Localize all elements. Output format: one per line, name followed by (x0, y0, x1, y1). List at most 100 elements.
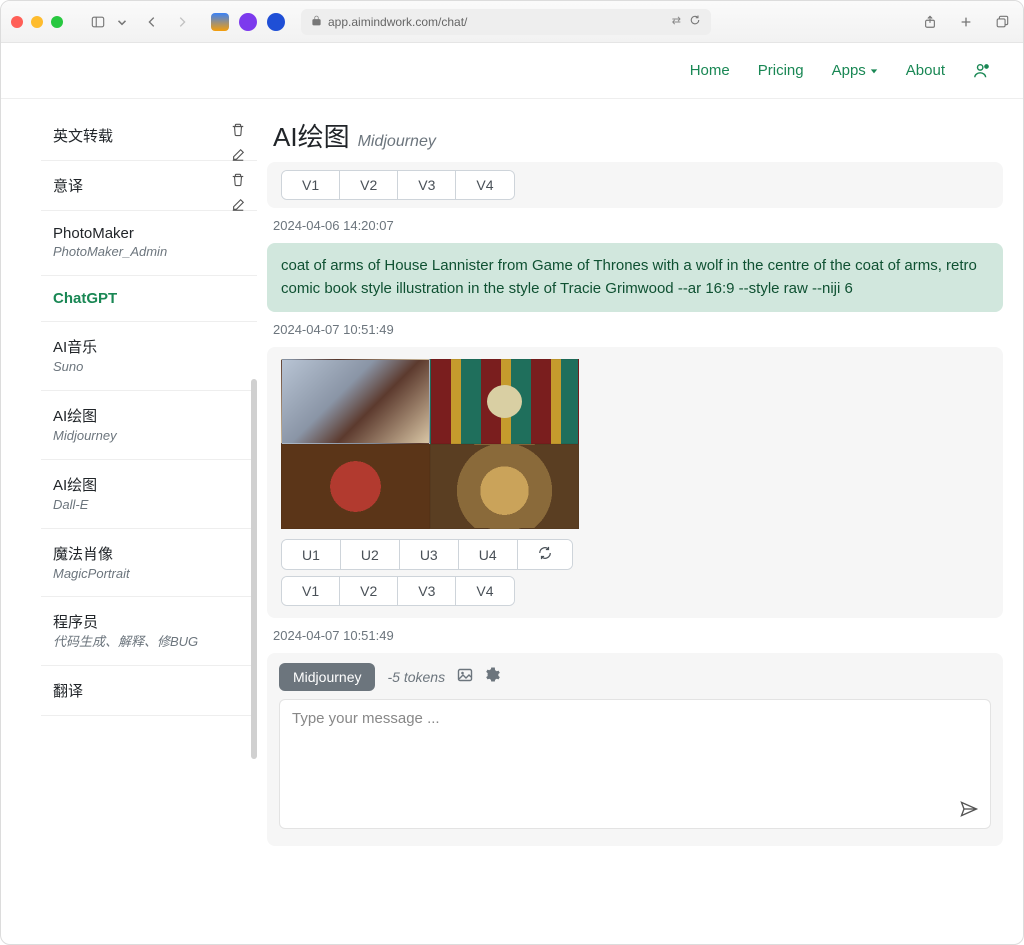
upscale-row: U1 U2 U3 U4 (281, 539, 573, 570)
v4-button[interactable]: V4 (456, 577, 513, 605)
titlebar: app.aimindwork.com/chat/ ⇄ (1, 1, 1023, 43)
sidebar-item-title: AI绘图 (53, 405, 241, 426)
v2-button[interactable]: V2 (340, 577, 398, 605)
window-controls (11, 16, 63, 28)
sidebar-item-title: 魔法肖像 (53, 543, 241, 564)
user-prompt-bubble: coat of arms of House Lannister from Gam… (267, 243, 1003, 312)
trash-icon[interactable] (231, 173, 245, 192)
sidebar-item[interactable]: ChatGPT (41, 276, 257, 322)
minimize-window-button[interactable] (31, 16, 43, 28)
translate-icon[interactable]: ⇄ (672, 14, 681, 29)
sidebar-item-subtitle: PhotoMaker_Admin (53, 244, 241, 261)
sidebar-item-subtitle: MagicPortrait (53, 566, 241, 583)
new-tab-icon[interactable] (955, 11, 977, 33)
v2-button[interactable]: V2 (340, 171, 398, 199)
result-image-2[interactable] (430, 359, 579, 444)
model-pill[interactable]: Midjourney (279, 663, 375, 691)
sidebar-item[interactable]: AI音乐 Suno (41, 322, 257, 391)
v1-button[interactable]: V1 (282, 577, 340, 605)
sidebar-item[interactable]: PhotoMaker PhotoMaker_Admin (41, 211, 257, 276)
sidebar-item[interactable]: 魔法肖像 MagicPortrait (41, 529, 257, 598)
nav-about[interactable]: About (906, 62, 945, 79)
sidebar-item-title: 程序员 (53, 611, 241, 632)
lock-icon (311, 15, 322, 29)
result-image-4[interactable] (430, 444, 579, 529)
sidebar-item[interactable]: AI绘图 Dall-E (41, 460, 257, 529)
sidebar-item[interactable]: 英文转载 (41, 111, 257, 161)
timestamp: 2024-04-07 10:51:49 (267, 322, 1003, 337)
sidebar-item-title: 意译 (53, 175, 241, 196)
tabs-overview-icon[interactable] (991, 11, 1013, 33)
sidebar-item[interactable]: 意译 (41, 161, 257, 211)
variation-row: V1 V2 V3 V4 (281, 170, 515, 200)
sidebar-item[interactable]: 程序员代码生成、解释、修BUG (41, 597, 257, 666)
u2-button[interactable]: U2 (341, 540, 400, 569)
scrollbar-thumb[interactable] (251, 379, 257, 759)
v1-button[interactable]: V1 (282, 171, 340, 199)
nav-apps[interactable]: Apps (832, 62, 878, 79)
address-bar[interactable]: app.aimindwork.com/chat/ ⇄ (301, 9, 711, 35)
back-button[interactable] (141, 11, 163, 33)
page-subtitle: Midjourney (358, 133, 436, 151)
v3-button[interactable]: V3 (398, 171, 456, 199)
v4-button[interactable]: V4 (456, 171, 513, 199)
u3-button[interactable]: U3 (400, 540, 459, 569)
chat-log: V1 V2 V3 V4 2024-04-06 14:20:07 coat of … (267, 162, 1003, 944)
sidebar-toggle-icon[interactable] (87, 11, 109, 33)
chevron-down-icon[interactable] (111, 11, 133, 33)
image-grid[interactable] (281, 359, 579, 529)
sidebar-item-title: 翻译 (53, 680, 241, 701)
sidebar-item-title: 英文转载 (53, 125, 241, 146)
reroll-button[interactable] (518, 540, 572, 569)
page-title: AI绘图 (273, 117, 350, 154)
result-image-3[interactable] (281, 444, 430, 529)
nav-home[interactable]: Home (690, 62, 730, 79)
prompt-text: coat of arms of House Lannister from Gam… (281, 257, 977, 297)
browser-extensions (211, 13, 285, 31)
sidebar-item-title: ChatGPT (53, 290, 241, 307)
nav-apps-label: Apps (832, 62, 866, 79)
extension-icon[interactable] (211, 13, 229, 31)
v3-button[interactable]: V3 (398, 577, 456, 605)
page-header: AI绘图 Midjourney (267, 99, 1003, 162)
variation-row-2: V1 V2 V3 V4 (281, 576, 515, 606)
sidebar-item-title: PhotoMaker (53, 225, 241, 242)
image-attach-icon[interactable] (457, 667, 473, 688)
sidebar: 英文转载意译 PhotoMaker PhotoMaker_Admin ChatGPT A… (41, 99, 257, 944)
result-card: U1 U2 U3 U4 V1 V2 V3 (267, 347, 1003, 618)
composer: Midjourney -5 tokens (267, 653, 1003, 846)
caret-down-icon (870, 67, 878, 75)
result-image-1[interactable] (281, 359, 430, 444)
sidebar-item-subtitle: Dall-E (53, 497, 241, 514)
top-nav: Home Pricing Apps About (1, 43, 1023, 99)
variation-card: V1 V2 V3 V4 (267, 162, 1003, 208)
reload-icon[interactable] (689, 14, 701, 29)
send-button[interactable] (959, 799, 979, 824)
share-icon[interactable] (919, 11, 941, 33)
sidebar-item[interactable]: AI绘图 Midjourney (41, 391, 257, 460)
account-icon[interactable] (973, 62, 991, 80)
extension-icon[interactable] (267, 13, 285, 31)
maximize-window-button[interactable] (51, 16, 63, 28)
close-window-button[interactable] (11, 16, 23, 28)
u1-button[interactable]: U1 (282, 540, 341, 569)
url-text: app.aimindwork.com/chat/ (328, 15, 467, 29)
sidebar-item[interactable]: 翻译 (41, 666, 257, 716)
forward-button[interactable] (171, 11, 193, 33)
settings-icon[interactable] (485, 667, 501, 688)
browser-window: app.aimindwork.com/chat/ ⇄ Home Pricin (0, 0, 1024, 945)
nav-pricing[interactable]: Pricing (758, 62, 804, 79)
u4-button[interactable]: U4 (459, 540, 518, 569)
trash-icon[interactable] (231, 123, 245, 142)
app: Home Pricing Apps About 英文转载意译 PhotoMaker… (1, 43, 1023, 944)
message-input[interactable] (279, 699, 991, 829)
sidebar-item-subtitle: Midjourney (53, 428, 241, 445)
sidebar-item-subtitle: Suno (53, 359, 241, 376)
sidebar-item-title: AI音乐 (53, 336, 241, 357)
extension-icon[interactable] (239, 13, 257, 31)
timestamp: 2024-04-06 14:20:07 (267, 218, 1003, 233)
main-panel: AI绘图 Midjourney V1 V2 V3 V4 2024-04-06 1… (257, 99, 1023, 944)
sidebar-item-title: AI绘图 (53, 474, 241, 495)
sidebar-item-subtitle: 代码生成、解释、修BUG (53, 634, 241, 651)
timestamp: 2024-04-07 10:51:49 (267, 628, 1003, 643)
